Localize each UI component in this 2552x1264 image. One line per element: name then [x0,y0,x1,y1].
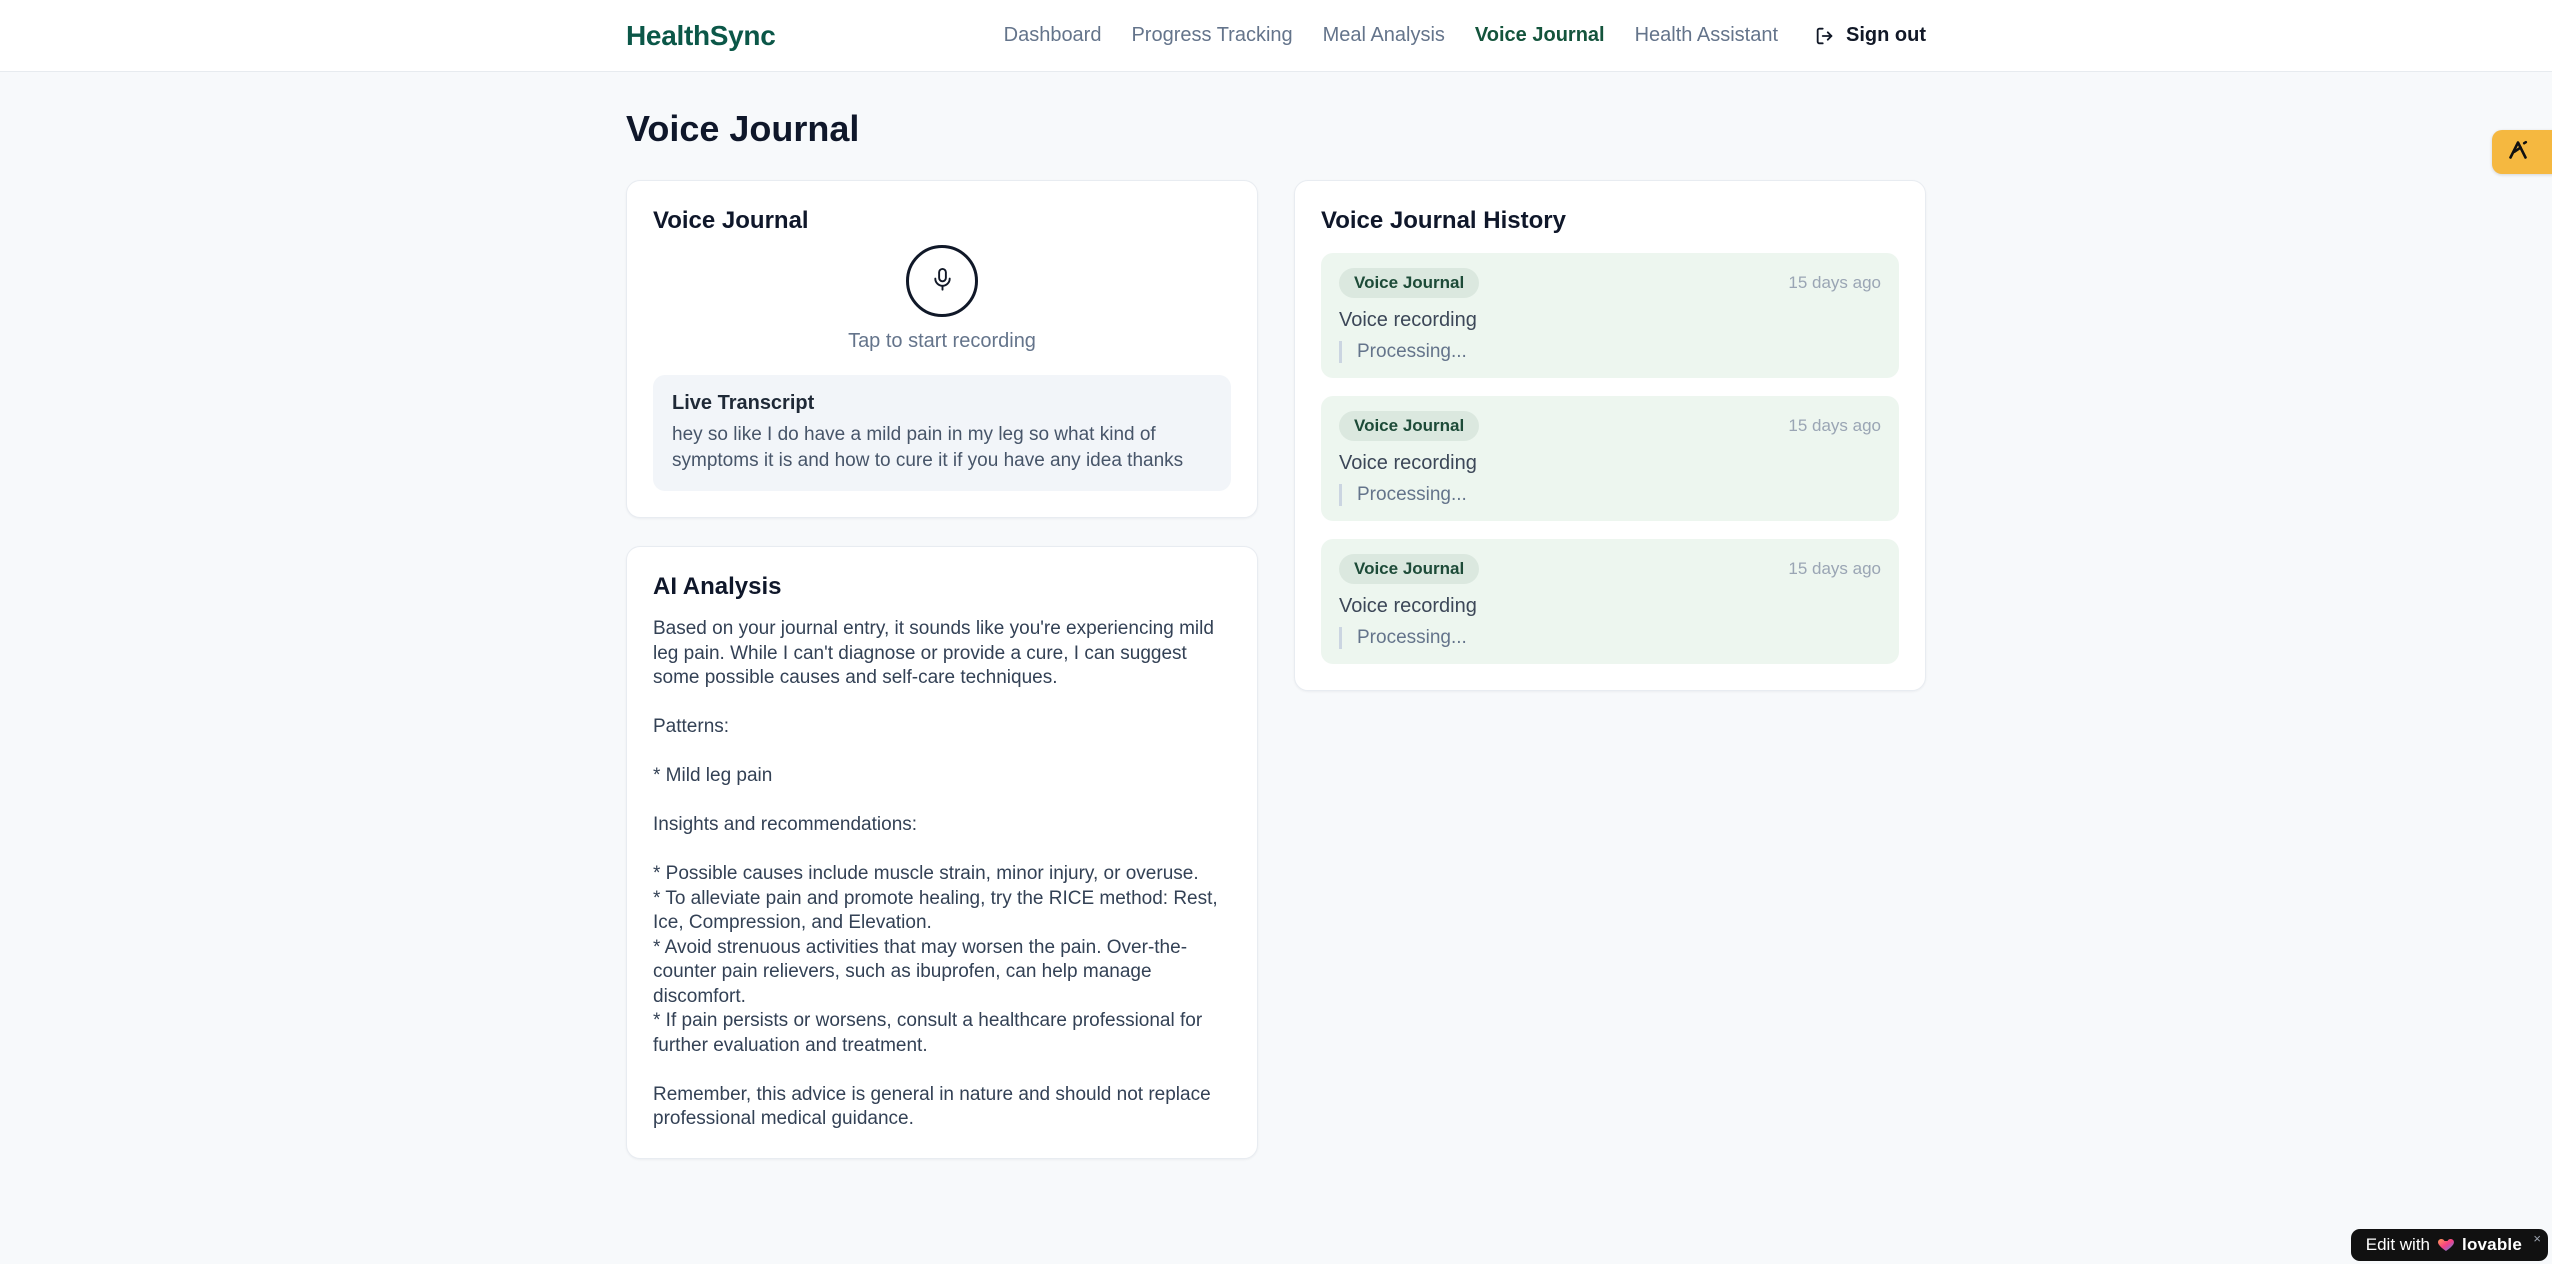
entry-title: Voice recording [1339,309,1477,331]
nav-item-health-assistant[interactable]: Health Assistant [1635,24,1778,47]
live-transcript-text: hey so like I do have a mild pain in my … [672,424,1184,471]
record-button[interactable] [906,245,978,317]
brand-logo[interactable]: HealthSync [626,20,776,52]
page-title: Voice Journal [626,108,860,149]
entry-status: Processing... [1339,484,1881,506]
gradient-heart-icon [2437,1236,2455,1254]
entry-timestamp: 15 days ago [1788,273,1881,292]
peak-logo-icon [2506,138,2530,167]
live-transcript-title: Live Transcript [672,392,815,414]
lovable-badge-prefix: Edit with [2365,1235,2431,1254]
sign-out-label: Sign out [1846,24,1926,46]
entry-title: Voice recording [1339,595,1477,617]
nav-item-voice-journal[interactable]: Voice Journal [1475,24,1605,47]
history-entry[interactable]: Voice Journal 15 days ago Voice recordin… [1321,539,1899,664]
ai-analysis-title: AI Analysis [653,573,782,600]
lovable-brand-label: lovable [2462,1235,2522,1254]
entry-type-badge: Voice Journal [1339,411,1480,441]
entry-timestamp: 15 days ago [1788,416,1881,435]
top-header: HealthSync Dashboard Progress Tracking M… [0,0,2552,72]
history-entry[interactable]: Voice Journal 15 days ago Voice recordin… [1321,253,1899,378]
nav-item-dashboard[interactable]: Dashboard [1004,24,1102,47]
entry-type-badge: Voice Journal [1339,268,1480,298]
right-column: Voice Journal History Voice Journal 15 d… [1294,180,1926,691]
entry-type-badge: Voice Journal [1339,554,1480,584]
sign-out-button[interactable]: Sign out [1814,24,1926,47]
amber-corner-badge[interactable] [2492,130,2552,174]
left-column: Voice Journal Tap to start recording Liv… [626,180,1258,1159]
nav-item-progress-tracking[interactable]: Progress Tracking [1131,24,1292,47]
live-transcript-box: Live Transcript hey so like I do have a … [653,375,1231,491]
entry-status: Processing... [1339,627,1881,649]
entry-timestamp: 15 days ago [1788,559,1881,578]
nav-item-meal-analysis[interactable]: Meal Analysis [1323,24,1445,47]
voice-recorder-card: Voice Journal Tap to start recording Liv… [626,180,1258,518]
history-card-title: Voice Journal History [1321,207,1566,234]
recorder-card-title: Voice Journal [653,207,809,234]
voice-journal-history-card: Voice Journal History Voice Journal 15 d… [1294,180,1926,691]
microphone-icon [929,266,956,296]
edit-with-lovable-badge[interactable]: Edit with lovable × [2350,1229,2548,1261]
ai-analysis-card: AI Analysis Based on your journal entry,… [626,546,1258,1159]
ai-analysis-body: Based on your journal entry, it sounds l… [653,618,1218,1129]
logout-icon [1814,25,1836,47]
close-icon[interactable]: × [2533,1231,2541,1246]
entry-title: Voice recording [1339,452,1477,474]
entry-status: Processing... [1339,341,1881,363]
tap-to-record-hint: Tap to start recording [848,330,1036,352]
main-content: Voice Journal Voice Journal Tap to start… [626,72,1926,1159]
main-nav: Dashboard Progress Tracking Meal Analysi… [1004,24,1926,47]
mic-area: Tap to start recording [653,235,1231,353]
history-entry[interactable]: Voice Journal 15 days ago Voice recordin… [1321,396,1899,521]
